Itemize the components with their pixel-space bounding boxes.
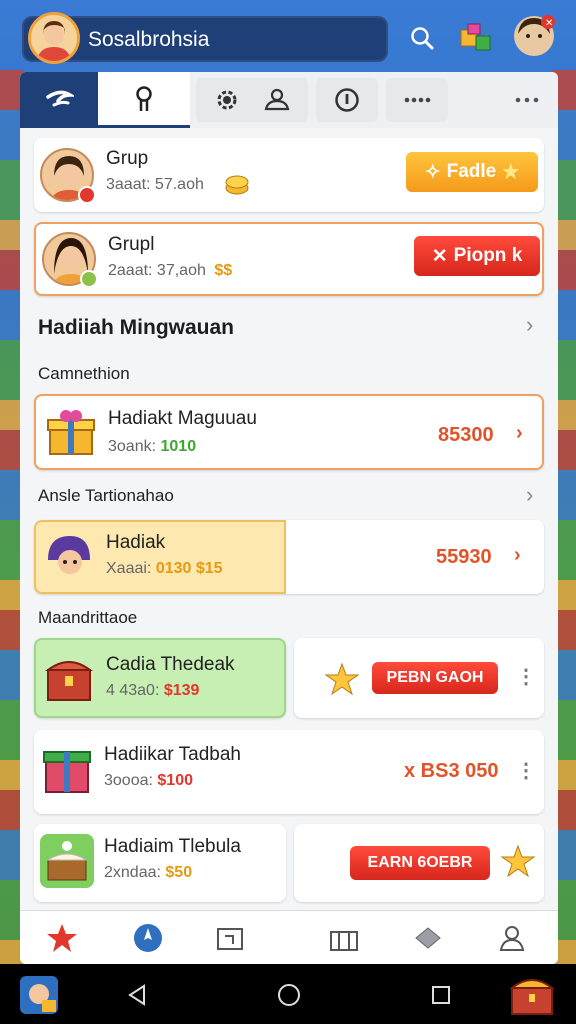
reward-title: Hadiakt Maguuau	[108, 408, 257, 429]
main-panel: Grup 3aaat: 57.aoh ✧ Fadle ★ Grupl 2aaat…	[20, 72, 558, 964]
recents-icon[interactable]	[428, 982, 454, 1008]
reward-sub: 4 43a0: $139	[106, 682, 199, 700]
reward-sub-prefix: 3oank:	[108, 438, 157, 455]
gift-box-icon	[40, 744, 94, 798]
overflow-menu-icon[interactable]	[496, 78, 558, 122]
bottom-navigation	[20, 910, 558, 964]
compass-icon[interactable]	[130, 921, 166, 955]
group-label: Camnethion	[38, 364, 130, 383]
coin-text: $$	[214, 262, 233, 279]
reward-sub: 3oank: 1010	[108, 438, 196, 456]
reward-row[interactable]: Hadiak Xaaai: 0130 $15 55930 ›	[34, 520, 544, 594]
tab-home[interactable]	[20, 72, 98, 128]
card-stats: 3aaat: 57.aoh	[106, 176, 204, 193]
reward-sub-prefix: 2xndaa:	[104, 864, 161, 881]
kebab-menu-icon[interactable]: ⋮	[516, 758, 536, 783]
group-card-2[interactable]: Grupl 2aaat: 37,aoh $$ ✕ Piopn k	[34, 222, 544, 296]
reward-sub-value: 1010	[160, 438, 197, 455]
back-icon[interactable]	[124, 982, 150, 1008]
reward-sub: 3oooa: $100	[104, 772, 193, 790]
star-icon: ★	[502, 161, 520, 183]
pebn-gaoh-button[interactable]: PEBN GAOH	[372, 662, 498, 694]
reward-sub-prefix: Xaaai:	[106, 560, 152, 577]
reward-row-left[interactable]: Cadia Thedeak 4 43a0: $139	[34, 638, 286, 718]
tag-icon[interactable]	[410, 921, 446, 955]
reward-sub-prefix: 3oooa:	[104, 772, 153, 789]
reward-sub-value: $50	[165, 864, 193, 881]
reward-title: Hadiaim Tlebula	[104, 836, 241, 857]
tab-more[interactable]	[386, 78, 448, 122]
tab-people[interactable]	[246, 78, 308, 122]
cake-icon	[40, 834, 94, 888]
reward-sub-value: $139	[163, 682, 200, 699]
card-title: Grupl	[108, 234, 155, 255]
home-icon[interactable]	[276, 982, 302, 1008]
character-icon	[42, 530, 96, 584]
piopn-button[interactable]: ✕ Piopn k	[414, 236, 540, 276]
reward-value: 85300	[438, 424, 494, 446]
section-title: Hadiiah Mingwauan	[38, 316, 235, 339]
chevron-right-icon[interactable]: ›	[526, 482, 533, 508]
folder-icon[interactable]	[212, 921, 248, 955]
reward-sub: 2xndaa: $50	[104, 864, 192, 882]
chevron-right-icon[interactable]: ›	[526, 312, 533, 338]
close-icon: ✕	[431, 245, 448, 267]
app-title: Sosalbrohsia	[88, 28, 210, 51]
group-label: Ansle Tartionahao	[38, 486, 174, 505]
game-character-icon[interactable]	[16, 972, 62, 1018]
gifts-icon[interactable]	[326, 921, 362, 955]
search-icon[interactable]	[402, 18, 442, 58]
reward-title: Hadiikar Tadbah	[104, 744, 241, 765]
star-badge-icon	[324, 662, 360, 703]
coin-icon	[224, 172, 250, 201]
reward-row-right[interactable]: EARN 6OEBR	[294, 824, 544, 902]
group-card-1[interactable]: Grup 3aaat: 57.aoh ✧ Fadle ★	[34, 138, 544, 212]
system-navigation-bar	[0, 964, 576, 1024]
reward-sub-value-2: $15	[195, 560, 223, 577]
reward-sub-value: $100	[157, 772, 193, 789]
status-badge	[78, 186, 96, 204]
fadle-button[interactable]: ✧ Fadle ★	[406, 152, 538, 192]
reward-value: 55930	[436, 546, 492, 568]
treasure-chest-icon	[42, 652, 96, 706]
user-icon[interactable]	[494, 921, 530, 955]
reward-sub-value: 0130	[155, 560, 192, 577]
button-label: Piopn k	[453, 245, 523, 266]
reward-title: Hadiak	[106, 532, 166, 553]
reward-value: x BS3 050	[404, 760, 499, 782]
profile-avatar-icon[interactable]: ✕	[512, 14, 556, 58]
reward-sub-prefix: 4 43a0:	[106, 682, 160, 699]
card-stats-text: 2aaat: 37,aoh	[108, 262, 206, 279]
kebab-menu-icon[interactable]: ⋮	[516, 664, 536, 689]
treasure-chest-icon[interactable]	[508, 970, 556, 1018]
sparkle-icon: ✧	[424, 161, 441, 183]
top-app-bar: Sosalbrohsia ✕	[0, 0, 576, 72]
tab-info[interactable]	[316, 78, 378, 122]
status-badge	[80, 270, 98, 288]
button-label: Fadle	[446, 161, 497, 182]
group-label: Maandrittaoe	[38, 608, 138, 627]
gift-boxes-icon[interactable]	[456, 18, 496, 58]
earn-button[interactable]: EARN 6OEBR	[350, 846, 490, 880]
star-badge-icon	[500, 844, 536, 885]
reward-title: Cadia Thedeak	[106, 654, 235, 675]
tab-location[interactable]	[98, 72, 190, 128]
card-title: Grup	[106, 148, 149, 169]
reward-row[interactable]: Hadiikar Tadbah 3oooa: $100 x BS3 050 ⋮	[34, 730, 544, 814]
star-icon[interactable]	[44, 921, 80, 955]
reward-row-right[interactable]: PEBN GAOH ⋮	[294, 638, 544, 718]
tab-bar	[20, 72, 558, 128]
reward-row-left[interactable]: Hadiaim Tlebula 2xndaa: $50	[34, 824, 286, 902]
chevron-right-icon[interactable]: ›	[516, 422, 523, 445]
gift-box-icon	[44, 406, 98, 460]
reward-sub: Xaaai: 0130 $15	[106, 560, 223, 578]
app-avatar[interactable]	[28, 12, 80, 64]
svg-text:✕: ✕	[545, 18, 553, 29]
chevron-right-icon[interactable]: ›	[514, 544, 521, 567]
card-stats: 2aaat: 37,aoh $$	[108, 262, 232, 280]
reward-row[interactable]: Hadiakt Maguuau 3oank: 1010 85300 ›	[34, 394, 544, 470]
